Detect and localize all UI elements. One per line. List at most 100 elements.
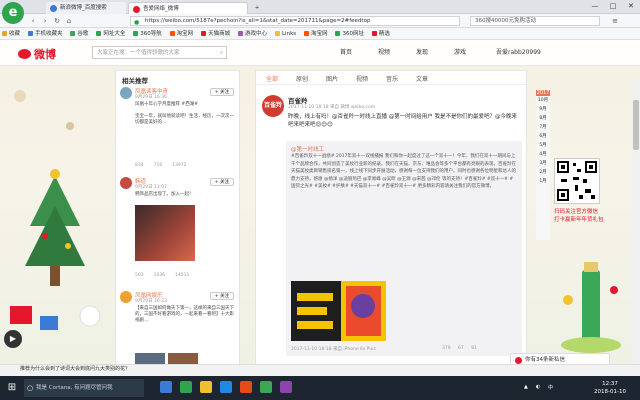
close-icon[interactable]: ✕: [622, 0, 640, 12]
tab-original[interactable]: 原创: [296, 74, 308, 83]
follow-button[interactable]: + 关注: [209, 178, 234, 186]
bookmark-item[interactable]: 游戏中心: [236, 28, 271, 39]
weibo-search-input[interactable]: 大家正在搜：一个值得骄傲的大家 ⌕: [92, 46, 227, 59]
weibo-logo[interactable]: 微博: [18, 46, 56, 62]
timeline-month[interactable]: 7月: [536, 123, 550, 132]
avatar[interactable]: 百雀羚: [262, 95, 284, 117]
volume-icon[interactable]: ◐: [536, 384, 540, 390]
bookmark-item[interactable]: 谷歌: [68, 28, 92, 39]
tab-weibo[interactable]: 吾爱网络_微博: [128, 2, 248, 14]
year-timeline: 2017 10月 9月 8月 7月 6月 5月 4月 3月 2月 1月: [536, 90, 550, 240]
nav-discover[interactable]: 发现: [416, 47, 428, 56]
tab-music[interactable]: 音乐: [386, 74, 398, 83]
like-count[interactable]: 81: [471, 346, 477, 351]
follow-button[interactable]: + 关注: [209, 292, 234, 300]
nav-game[interactable]: 游戏: [454, 47, 466, 56]
timeline-month[interactable]: 5月: [536, 141, 550, 150]
share-count[interactable]: 379: [442, 346, 451, 351]
scrollbar-thumb[interactable]: [633, 100, 639, 150]
play-icon[interactable]: ▶: [4, 330, 22, 348]
avatar[interactable]: [120, 87, 132, 99]
repost-time[interactable]: 2017-11-10 18:18 来自 iPhone 6s Plus: [291, 346, 376, 352]
repost-stats: 379 67 81: [436, 346, 477, 351]
timeline-month[interactable]: 8月: [536, 114, 550, 123]
item-stats: 834 716 13972: [135, 163, 187, 168]
bookmark-item[interactable]: 360导航: [131, 28, 166, 39]
list-item: 凤凰读客中青 9月29日 16:36 + 关注 凤凰十年心学月度推荐 #西湖# …: [120, 87, 236, 173]
qr-code[interactable]: [554, 158, 600, 204]
timeline-month[interactable]: 3月: [536, 159, 550, 168]
promo-graphic: [291, 281, 386, 341]
maximize-icon[interactable]: □: [604, 0, 622, 12]
tab-video[interactable]: 视频: [356, 74, 368, 83]
avatar[interactable]: [120, 291, 132, 303]
lock-icon: ●: [134, 19, 140, 26]
post-time[interactable]: 2017-11-10 18:18 来自 微博 weibo.com: [288, 104, 375, 110]
url-field[interactable]: ● https://weibo.com/5187e?pechoin?is_all=…: [130, 16, 460, 26]
bookmark-item[interactable]: 天猫商城: [199, 28, 234, 39]
network-icon[interactable]: ▲: [524, 384, 528, 390]
repost-author[interactable]: @第一时线工: [291, 145, 324, 153]
browser-search-box[interactable]: 360搜40000元免购活动: [470, 16, 600, 26]
search-icon[interactable]: ⌕: [220, 47, 223, 59]
web-page: 微博 大家正在搜：一个值得骄傲的大家 ⌕ 首页 视频 发现 游戏 吾爱rabb20…: [0, 40, 640, 376]
address-bar: ‹ › ↻ ⌂ ● https://weibo.com/5187e?pechoin…: [0, 14, 640, 28]
browser-tab-bar: 新浪微博_百度搜索 吾爱网络_微博 + — □ ✕: [0, 0, 640, 14]
app-icon[interactable]: [280, 381, 292, 393]
nav-user[interactable]: 吾爱rabb20999: [496, 47, 541, 56]
folder-icon[interactable]: [200, 381, 212, 393]
timeline-month[interactable]: 10月: [536, 96, 550, 105]
browser-taskbar-icon[interactable]: [180, 381, 192, 393]
timeline-month[interactable]: 2月: [536, 168, 550, 177]
post-image[interactable]: [135, 205, 195, 261]
list-item: 韩道 9月29日 13:07 + 关注 韩饰品店出现了，加入一起！ 503 103…: [120, 177, 236, 287]
bookmark-item[interactable]: 淘宝网: [302, 28, 332, 39]
bookmark-item[interactable]: 收藏: [0, 28, 24, 39]
bookmark-item[interactable]: 手机收藏夹: [26, 28, 67, 39]
bookmarks-bar: 收藏 手机收藏夹 谷歌 网址大全 360导航 淘宝网 天猫商城 游戏中心 Lin…: [0, 28, 640, 40]
input-method-icon[interactable]: 中: [548, 384, 553, 391]
bookmark-item[interactable]: Links: [273, 28, 300, 39]
browser-logo-icon[interactable]: e: [2, 2, 24, 24]
status-bar: 推荐为什么会到了诗词大会到底问九大类别的花？: [0, 364, 640, 376]
refresh-icon[interactable]: ↻: [52, 16, 62, 26]
bookmark-item[interactable]: 360网址: [333, 28, 368, 39]
task-view-icon[interactable]: [160, 381, 172, 393]
post-text: 昨晚，线上有吗！@百雀羚一时线上直播 @第一时间给用户 我是不是你们的最爱吧？@…: [288, 114, 517, 128]
timeline-month[interactable]: 4月: [536, 150, 550, 159]
forward-icon[interactable]: ›: [40, 16, 50, 26]
timeline-month[interactable]: 9月: [536, 105, 550, 114]
tab-all[interactable]: 全部: [266, 74, 278, 83]
bookmark-item[interactable]: 淘宝网: [168, 28, 198, 39]
back-icon[interactable]: ‹: [28, 16, 38, 26]
clock[interactable]: 12:37 2018-01-10: [594, 380, 626, 396]
christmas-decoration-image: [10, 90, 101, 330]
qr-code-icon: [557, 161, 597, 201]
bookmark-item[interactable]: 网址大全: [94, 28, 129, 39]
taskbar: ⊞ ○ 我是 Cortana, 有问题尽管问我 ▲ ◐ 中 12:37 2018-0…: [0, 376, 640, 400]
timeline-month[interactable]: 6月: [536, 132, 550, 141]
avatar[interactable]: [120, 177, 132, 189]
comment-count[interactable]: 67: [458, 346, 464, 351]
app-icon[interactable]: [240, 381, 252, 393]
bookmark-item[interactable]: 精选: [370, 28, 394, 39]
windows-start-icon[interactable]: ⊞: [6, 382, 18, 394]
new-tab-button[interactable]: +: [250, 2, 264, 14]
item-text: 韩饰品店出现了，加入一起！: [135, 192, 194, 197]
tab-articles[interactable]: 文章: [416, 74, 428, 83]
minimize-icon[interactable]: —: [586, 0, 604, 12]
store-icon[interactable]: [220, 381, 232, 393]
menu-icon[interactable]: ≡: [610, 16, 620, 26]
repost-image[interactable]: [291, 281, 386, 341]
follow-button[interactable]: + 关注: [209, 88, 234, 96]
weibo-header: 微博 大家正在搜：一个值得骄傲的大家 ⌕ 首页 视频 发现 游戏 吾爱rabb20…: [0, 40, 640, 66]
home-icon[interactable]: ⌂: [64, 16, 74, 26]
list-item: 凤凰网娱乐 9月29日 16:23 + 关注 【来自三国如何做天下第一，这样的来…: [120, 291, 236, 369]
tab-baidu[interactable]: 新浪微博_百度搜索: [46, 2, 126, 14]
nav-video[interactable]: 视频: [378, 47, 390, 56]
app-icon[interactable]: [260, 381, 272, 393]
cortana-search-input[interactable]: ○ 我是 Cortana, 有问题尽管问我: [24, 379, 144, 397]
tab-images[interactable]: 图片: [326, 74, 338, 83]
timeline-month[interactable]: 1月: [536, 177, 550, 186]
nav-home[interactable]: 首页: [340, 47, 352, 56]
